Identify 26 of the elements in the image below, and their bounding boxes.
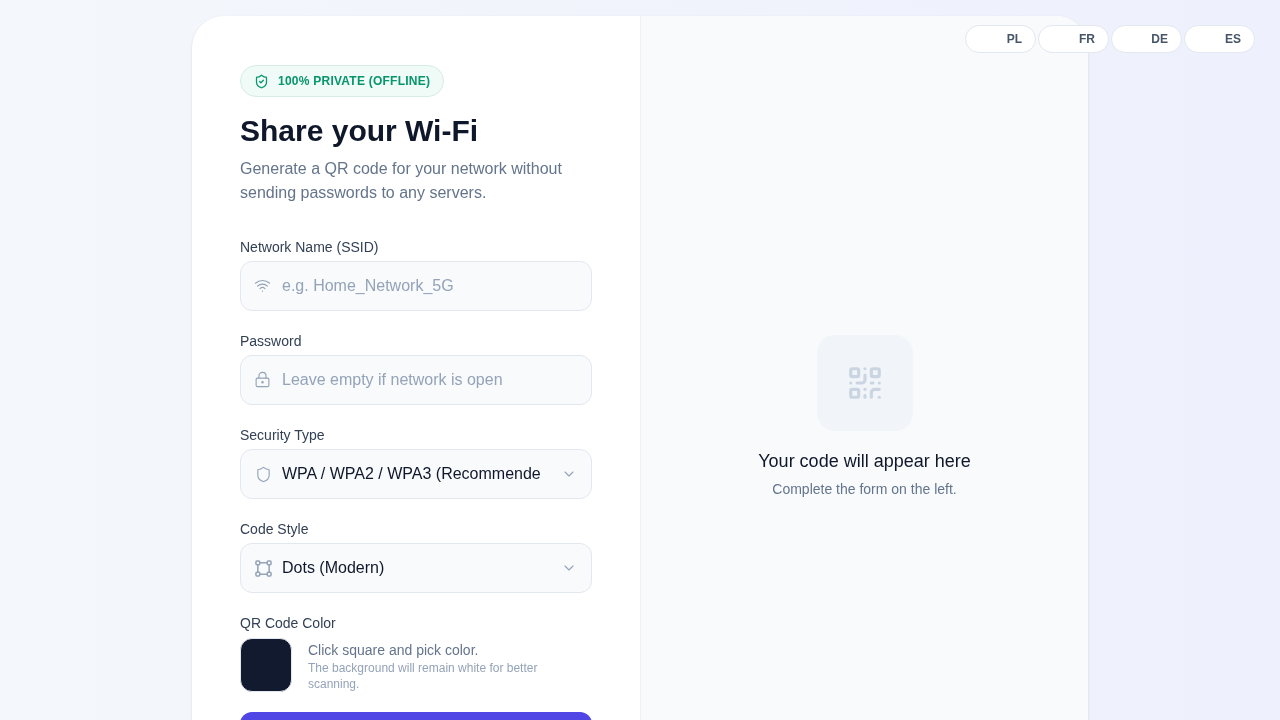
wifi-icon — [254, 277, 271, 294]
field-label: Network Name (SSID) — [240, 238, 380, 257]
color-hint: Click square and pick color. — [308, 641, 480, 660]
language-button[interactable]: ES — [1184, 25, 1255, 53]
privacy-badge: 100% PRIVATE (OFFLINE) — [240, 65, 445, 97]
select-dropdown[interactable]: WPA / WPA2 / WPA3 (Recommende — [240, 449, 592, 499]
preview-title: Your code will appear here — [758, 450, 971, 473]
select-dropdown[interactable]: Dots (Modern) — [240, 543, 592, 593]
color-swatch[interactable] — [240, 638, 292, 692]
preview-subtitle: Complete the form on the left. — [772, 480, 957, 499]
page-title: Share your Wi-Fi — [240, 113, 480, 149]
input-field[interactable]: Leave empty if network is open — [240, 355, 592, 405]
language-button[interactable]: DE — [1111, 25, 1182, 53]
language-button[interactable]: FR — [1038, 25, 1109, 53]
shield-icon — [255, 465, 272, 483]
language-button[interactable]: PL — [965, 25, 1036, 53]
field-label: Code Style — [240, 520, 310, 539]
field-label: Security Type — [240, 426, 326, 445]
frame-icon — [255, 559, 272, 577]
field-label: Password — [240, 332, 303, 351]
shield-check-icon — [254, 73, 269, 89]
page-subtitle: Generate a QR code for your network without sending passwords to any servers. — [240, 159, 563, 203]
input-field[interactable]: e.g. Home_Network_5G — [240, 261, 592, 311]
color-note: The background will remain white for better scanning. — [308, 660, 539, 692]
field-label: QR Code Color — [240, 614, 337, 633]
lock-icon — [254, 371, 271, 388]
